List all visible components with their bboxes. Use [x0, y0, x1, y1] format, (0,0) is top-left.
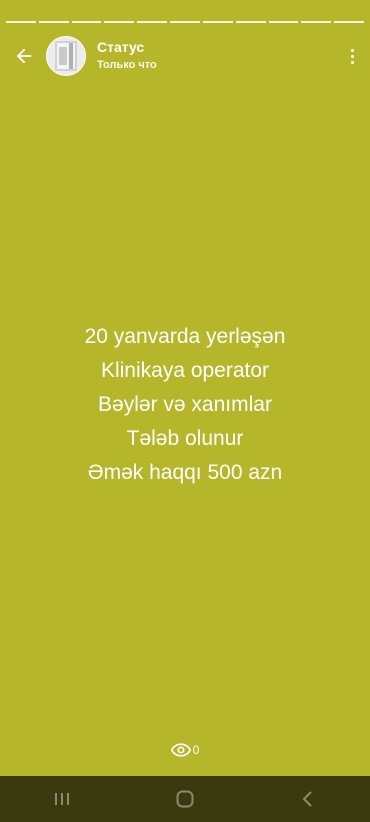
back-icon	[302, 791, 313, 807]
status-viewer-screen: Статус Только что 20 yanvarda yerləşən K…	[0, 0, 370, 822]
story-progress-bar	[6, 21, 364, 24]
status-line: Bəylər və xanımlar	[98, 393, 272, 416]
progress-segment	[71, 21, 102, 23]
more-vert-icon	[350, 48, 354, 52]
status-line: Klinikaya operator	[100, 359, 270, 382]
avatar[interactable]	[46, 36, 86, 76]
progress-segment	[301, 21, 332, 23]
home-button[interactable]	[155, 776, 215, 822]
arrow-left-icon	[16, 48, 32, 64]
recent-apps-icon	[54, 793, 69, 805]
recent-apps-button[interactable]	[32, 776, 92, 822]
status-message: 20 yanvarda yerləşən Klinikaya operator …	[0, 320, 370, 490]
back-nav-button[interactable]	[278, 776, 338, 822]
status-line: Əmək haqqı 500 azn	[87, 461, 283, 484]
avatar-image	[47, 37, 85, 75]
status-time: Только что	[97, 59, 157, 71]
system-navigation-bar	[0, 776, 370, 822]
back-button[interactable]	[8, 40, 40, 72]
progress-segment	[268, 21, 299, 23]
status-line: 20 yanvarda yerləşən	[84, 325, 286, 348]
views-count: 0	[192, 743, 200, 757]
progress-segment	[137, 21, 168, 23]
progress-segment	[38, 21, 69, 23]
views-counter[interactable]: 0	[0, 742, 370, 758]
status-title: Статус	[97, 39, 145, 55]
progress-segment	[104, 21, 135, 23]
progress-segment	[170, 21, 200, 23]
more-options-button[interactable]	[344, 44, 360, 68]
more-vert-icon-dot	[350, 54, 354, 58]
progress-segment	[6, 21, 36, 23]
status-header: Статус Только что	[0, 34, 370, 78]
progress-segment	[202, 21, 233, 23]
eye-icon	[170, 743, 191, 757]
progress-segment	[334, 21, 364, 23]
more-vert-icon-dot	[350, 60, 354, 64]
status-line: Tələb olunur	[126, 427, 244, 450]
home-icon	[176, 790, 194, 808]
progress-segment	[235, 21, 266, 23]
